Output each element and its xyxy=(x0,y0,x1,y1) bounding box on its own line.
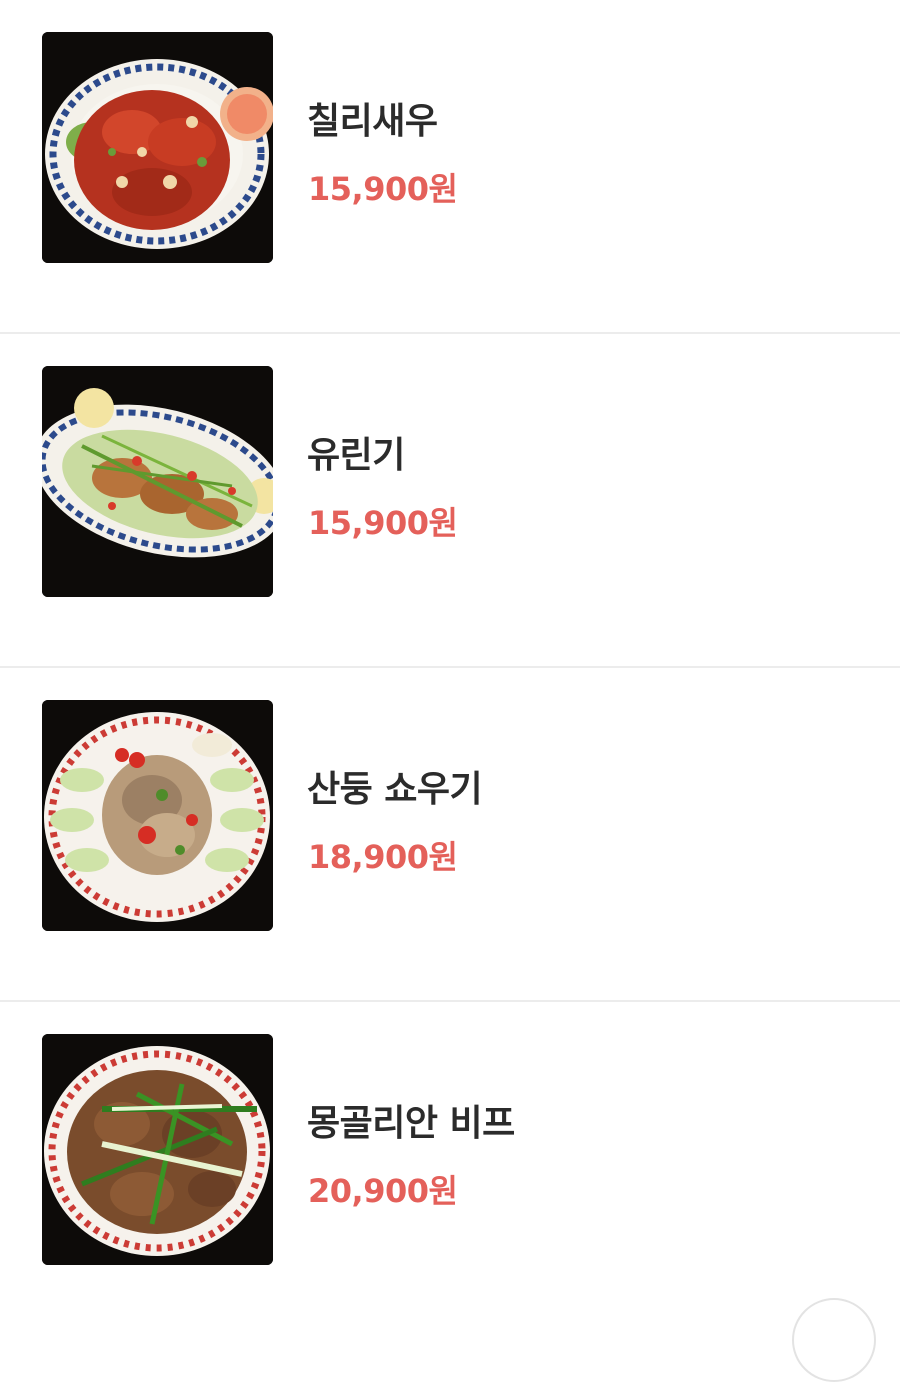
yuringi-image xyxy=(42,366,273,597)
menu-item-name: 산둥 쇼우기 xyxy=(307,769,483,810)
chili-shrimp-image xyxy=(42,32,273,263)
menu-item-yuringi[interactable]: 유린기 15,900원 xyxy=(0,334,900,668)
mongolian-beef-image xyxy=(42,1034,273,1265)
menu-item-price: 15,900원 xyxy=(308,170,458,208)
menu-item-mongolian-beef[interactable]: 몽골리안 비프 20,900원 xyxy=(0,1002,900,1336)
shandong-chicken-image xyxy=(42,700,273,931)
menu-item-name: 몽골리안 비프 xyxy=(307,1103,515,1144)
menu-item-photo[interactable] xyxy=(42,1034,273,1265)
menu-item-name: 칠리새우 xyxy=(307,101,438,142)
menu-list: 칠리새우 15,900원 유린기 15,900원 산둥 쇼우기 18,900원 … xyxy=(0,0,900,1336)
menu-item-price: 18,900원 xyxy=(308,838,458,876)
menu-item-photo[interactable] xyxy=(42,366,273,597)
menu-item-price: 20,900원 xyxy=(308,1172,458,1210)
menu-item-price: 15,900원 xyxy=(308,504,458,542)
menu-item-photo[interactable] xyxy=(42,700,273,931)
menu-item-chili-shrimp[interactable]: 칠리새우 15,900원 xyxy=(0,0,900,334)
menu-item-name: 유린기 xyxy=(307,435,405,476)
menu-item-photo[interactable] xyxy=(42,32,273,263)
scroll-top-button[interactable] xyxy=(792,1298,876,1382)
menu-item-shandong-chicken[interactable]: 산둥 쇼우기 18,900원 xyxy=(0,668,900,1002)
